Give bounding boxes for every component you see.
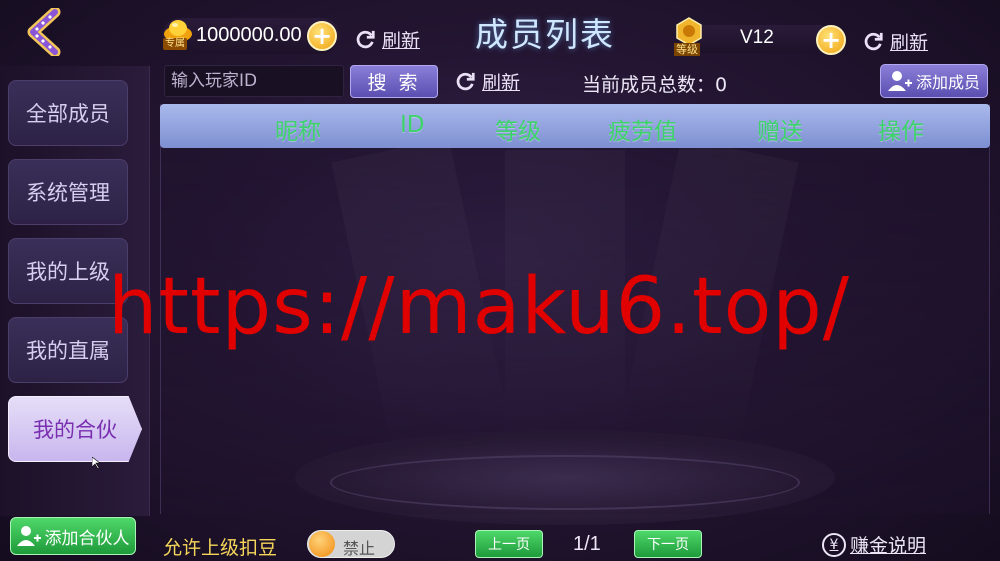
- next-page-button[interactable]: 下一页: [634, 530, 702, 558]
- add-member-label: 添加成员: [915, 73, 980, 92]
- level-value: V12: [740, 27, 774, 48]
- refresh-label: 刷新: [482, 72, 521, 94]
- column-header-nickname: 昵称: [275, 119, 321, 145]
- level-up-button[interactable]: +: [816, 25, 846, 55]
- refresh-members-button[interactable]: 刷新: [454, 68, 520, 95]
- add-user-icon: [16, 526, 41, 546]
- earn-info-label: 赚金说明: [850, 535, 927, 557]
- toggle-state-label: 禁止: [343, 539, 376, 558]
- column-header-fatigue: 疲劳值: [608, 119, 677, 145]
- refresh-icon: [356, 30, 375, 48]
- refresh-icon: [456, 72, 475, 90]
- refresh-label: 刷新: [890, 32, 929, 54]
- earn-info-link[interactable]: ¥ 赚金说明: [822, 531, 926, 558]
- member-count-label: 当前成员总数：0: [582, 74, 728, 96]
- prev-page-button[interactable]: 上一页: [475, 530, 543, 558]
- page-indicator: 1/1: [573, 533, 601, 555]
- coin-tag: 专属: [163, 38, 187, 50]
- add-user-icon: [887, 71, 912, 91]
- add-partner-button[interactable]: 添加合伙人: [10, 517, 136, 555]
- refresh-coin-button[interactable]: 刷新: [354, 26, 420, 53]
- level-badge-icon: [676, 17, 702, 46]
- add-partner-label: 添加合伙人: [44, 528, 130, 549]
- column-header-gift: 赠送: [757, 119, 803, 145]
- plus-icon: +: [820, 26, 842, 54]
- plus-icon: +: [311, 22, 333, 50]
- allow-deduct-label: 允许上级扣豆: [163, 537, 278, 559]
- mouse-cursor-icon: [92, 457, 100, 469]
- refresh-label: 刷新: [382, 30, 421, 52]
- toggle-knob: [309, 531, 335, 557]
- page-title: 成员列表: [475, 15, 615, 54]
- column-header-level: 等级: [495, 119, 541, 145]
- table-header: 昵称 ID 等级 疲劳值 赠送 操作: [160, 104, 990, 148]
- sidebar-item-my-partners[interactable]: 我的合伙: [8, 396, 142, 462]
- add-coin-button[interactable]: +: [307, 21, 337, 51]
- coin-balance-value: 1000000.00: [196, 24, 302, 46]
- column-header-actions: 操作: [878, 119, 924, 145]
- sidebar-item-all-members[interactable]: 全部成员: [8, 80, 128, 146]
- back-button[interactable]: [14, 8, 72, 56]
- player-id-search-input[interactable]: [164, 65, 344, 97]
- yen-icon: ¥: [822, 532, 846, 557]
- top-bar: 专属 1000000.00 + 刷新 成员列表 等级 V12 + 刷新: [0, 0, 1000, 62]
- chevron-left-icon: [27, 8, 61, 56]
- watermark-url: https://maku6.top/: [108, 262, 851, 352]
- refresh-level-button[interactable]: 刷新: [862, 28, 928, 55]
- refresh-icon: [864, 32, 883, 50]
- sidebar-item-system-management[interactable]: 系统管理: [8, 159, 128, 225]
- column-header-id: ID: [400, 112, 425, 138]
- search-button[interactable]: 搜 索: [350, 65, 438, 98]
- level-tag: 等级: [674, 43, 700, 56]
- add-member-button[interactable]: 添加成员: [880, 64, 988, 98]
